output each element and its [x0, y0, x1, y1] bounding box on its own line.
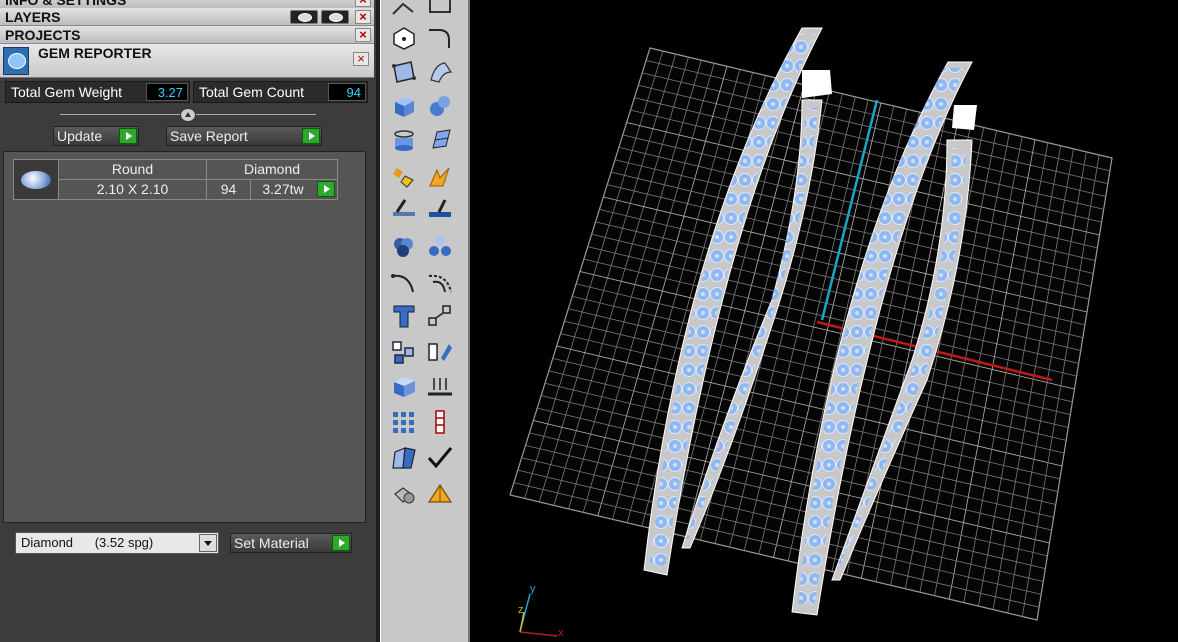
trim-tool-icon[interactable]: [389, 196, 419, 224]
z-axis-label: z: [518, 604, 524, 616]
set-material-label: Set Material: [234, 535, 309, 551]
boolean-explode-tool-icon[interactable]: [425, 162, 455, 190]
chevron-down-icon[interactable]: [199, 534, 217, 552]
total-weight-value: 3.27: [146, 83, 188, 101]
save-report-label: Save Report: [170, 128, 248, 144]
project-tool-icon[interactable]: [425, 372, 455, 400]
layers-title: LAYERS: [5, 9, 61, 25]
info-settings-title: INFO & SETTINGS: [5, 0, 127, 8]
gem-reporter-title: GEM REPORTER: [38, 45, 152, 61]
save-report-button[interactable]: Save Report: [166, 126, 322, 146]
box-tool-icon[interactable]: [389, 92, 419, 120]
viewport-canvas[interactable]: [472, 0, 1178, 642]
close-icon[interactable]: ×: [355, 28, 371, 42]
eye-icon[interactable]: [321, 10, 349, 24]
surface-points-tool-icon[interactable]: [389, 58, 419, 86]
checkmark-icon[interactable]: [425, 444, 455, 472]
update-label: Update: [57, 128, 103, 144]
total-weight-label: Total Gem Weight: [11, 84, 123, 100]
material-dropdown-value: Diamond (3.52 spg): [21, 535, 154, 550]
gem-results-list: Round Diamond 2.10 X 2.10 94 3.27tw: [3, 151, 366, 523]
loft-surface-tool-icon[interactable]: [425, 58, 455, 86]
close-icon[interactable]: ×: [355, 0, 371, 7]
total-count-box: Total Gem Count 94: [193, 81, 368, 103]
split-tool-icon[interactable]: [425, 196, 455, 224]
layers-header[interactable]: LAYERS ×: [0, 8, 374, 26]
material-dropdown[interactable]: Diamond (3.52 spg): [15, 532, 219, 554]
text-tool-icon[interactable]: [389, 302, 419, 330]
plane-surface-tool-icon[interactable]: [425, 126, 455, 154]
gem-scatter-tool-icon[interactable]: [389, 162, 419, 190]
gem-reporter-logo-icon: [3, 47, 29, 75]
close-icon[interactable]: ×: [353, 52, 369, 66]
play-icon: [119, 128, 137, 144]
fillet-curve-tool-icon[interactable]: [425, 24, 455, 52]
scale-tool-icon[interactable]: [425, 302, 455, 330]
update-button[interactable]: Update: [53, 126, 139, 146]
boolean-union-tool-icon[interactable]: [389, 232, 419, 260]
axis-gizmo: [519, 593, 558, 637]
boolean-difference-tool-icon[interactable]: [425, 232, 455, 260]
spheres-tool-icon[interactable]: [425, 92, 455, 120]
deform-tool-icon[interactable]: [389, 444, 419, 472]
projects-header[interactable]: PROJECTS ×: [0, 26, 374, 44]
pyramid-tool-icon[interactable]: [425, 480, 455, 508]
close-icon[interactable]: ×: [355, 10, 371, 24]
total-weight-box: Total Gem Weight 3.27: [5, 81, 190, 103]
gem-count: 94: [207, 180, 251, 200]
solid-shapes-tool-icon[interactable]: [389, 480, 419, 508]
gem-shape: Round: [59, 160, 207, 180]
play-icon: [302, 128, 320, 144]
set-material-button[interactable]: Set Material: [230, 533, 352, 553]
left-panel: INFO & SETTINGS × LAYERS × PROJECTS × GE…: [0, 0, 376, 642]
gem-select-play-icon[interactable]: [317, 181, 335, 197]
play-icon: [332, 535, 350, 551]
cylinder-tool-icon[interactable]: [389, 126, 419, 154]
size-slider-handle[interactable]: [180, 108, 196, 122]
tools-toolbar: [380, 0, 470, 642]
prong-tool-icon[interactable]: [425, 408, 455, 436]
gem-weight: 3.27tw: [262, 181, 304, 197]
3d-viewport[interactable]: y z x: [472, 0, 1178, 642]
extrude-tool-icon[interactable]: [389, 372, 419, 400]
gem-list-item[interactable]: Round Diamond 2.10 X 2.10 94 3.27tw: [13, 159, 338, 200]
round-gem-icon: [14, 160, 59, 199]
array-tool-icon[interactable]: [389, 338, 419, 366]
polyline-tool-icon[interactable]: [389, 0, 419, 20]
total-count-value: 94: [328, 83, 366, 101]
x-axis-label: x: [558, 627, 564, 639]
curve-offset-tool-icon[interactable]: [389, 268, 419, 296]
gem-size: 2.10 X 2.10: [59, 180, 207, 200]
gem-material: Diamond: [207, 160, 337, 180]
y-axis-label: y: [530, 583, 536, 595]
rectangle-tool-icon[interactable]: [425, 0, 455, 20]
polygon-tool-icon[interactable]: [389, 24, 419, 52]
arc-tool-icon[interactable]: [425, 268, 455, 296]
shade-toggle-icon[interactable]: [290, 10, 318, 24]
grid-array-tool-icon[interactable]: [389, 408, 419, 436]
mirror-tool-icon[interactable]: [425, 338, 455, 366]
gem-reporter-header: GEM REPORTER ×: [0, 44, 374, 78]
projects-title: PROJECTS: [5, 27, 81, 43]
total-count-label: Total Gem Count: [199, 84, 305, 100]
